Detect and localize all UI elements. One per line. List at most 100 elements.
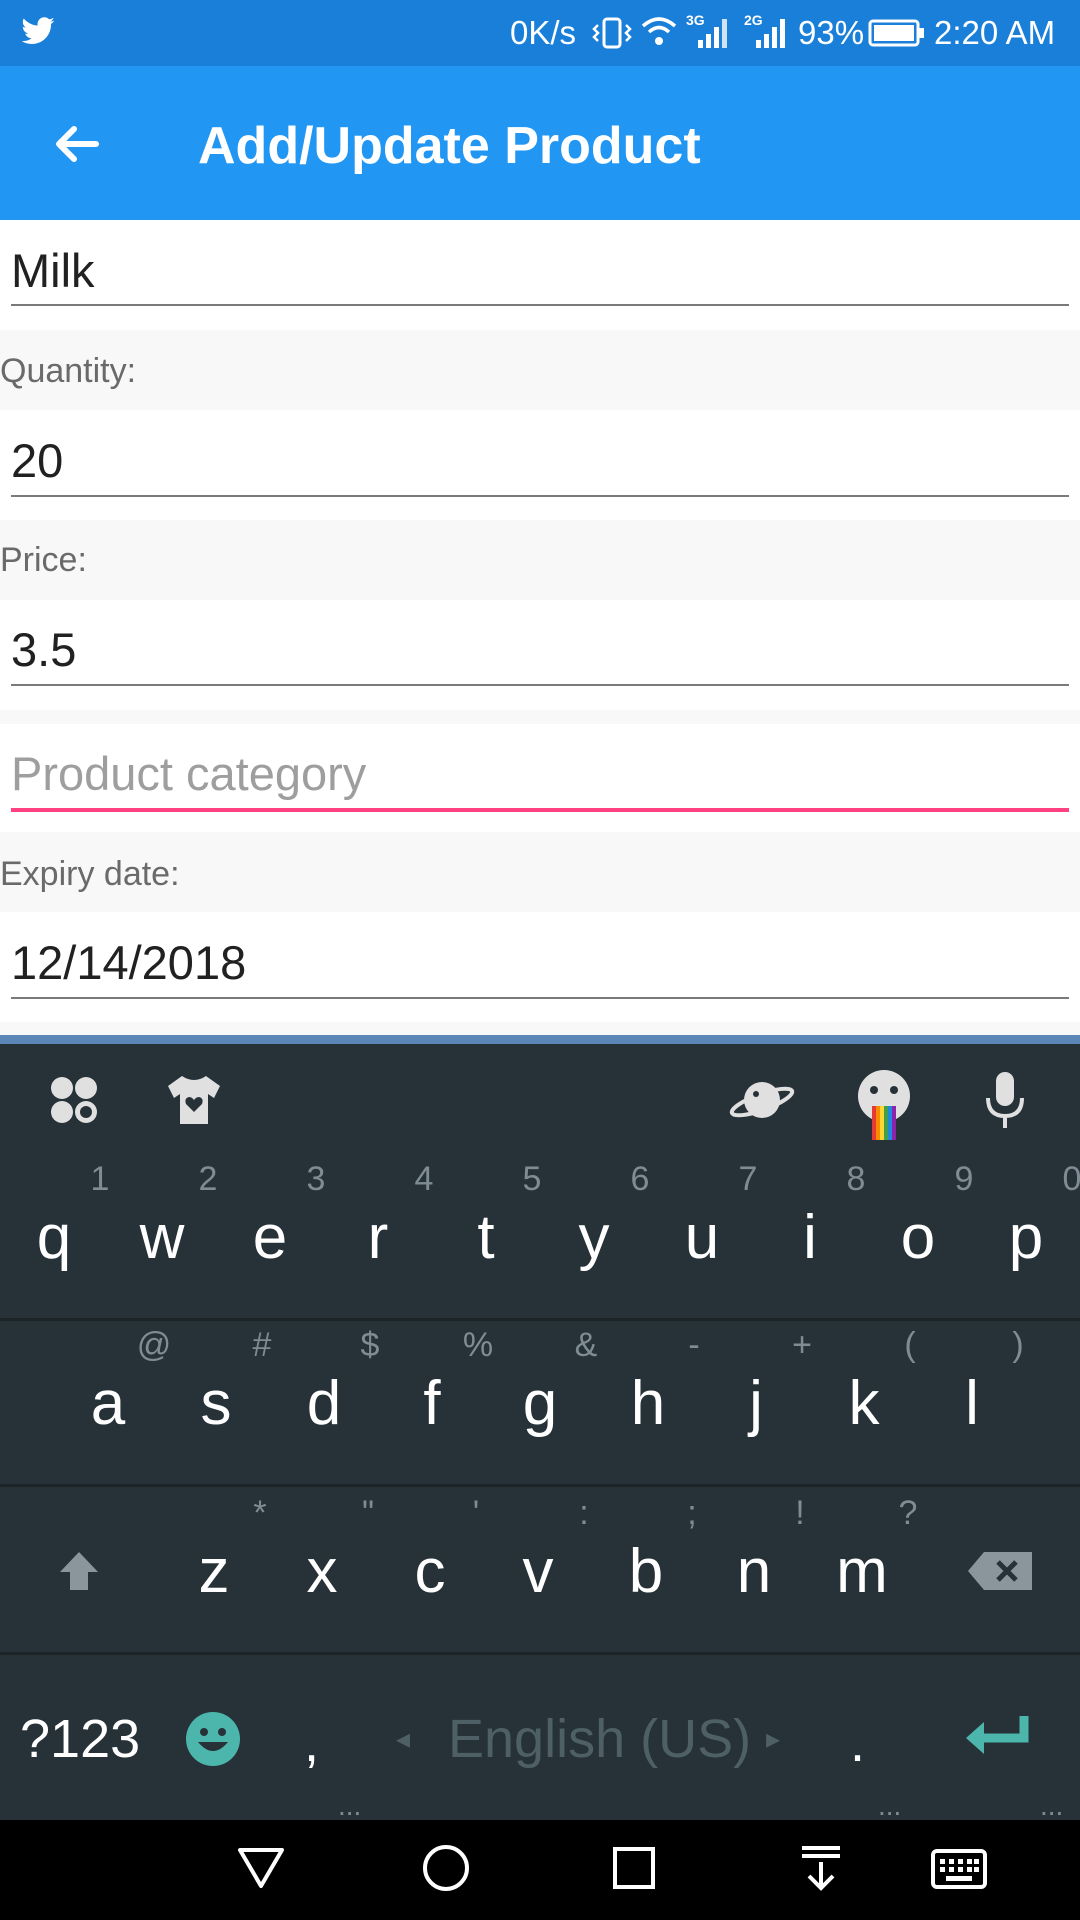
page-title: Add/Update Product (198, 117, 701, 175)
key-hint: * (253, 1494, 267, 1532)
signal-icon-2 (756, 19, 785, 48)
signal-icon-1 (698, 19, 727, 48)
enter-icon[interactable] (962, 1712, 1032, 1762)
recents-square-icon[interactable] (610, 1844, 658, 1892)
price-underline (11, 684, 1069, 686)
apps-icon[interactable] (46, 1072, 102, 1128)
key-m[interactable]: m (817, 1536, 907, 1607)
quantity-label-row (0, 330, 1080, 410)
name-underline (11, 304, 1069, 306)
more-dots: ... (878, 1790, 902, 1821)
microphone-icon[interactable] (982, 1070, 1028, 1132)
key-hint: @ (136, 1326, 172, 1364)
key-hint: ) (1012, 1326, 1024, 1364)
key-hint: 0 (1062, 1160, 1080, 1198)
key-r[interactable]: r (333, 1202, 423, 1273)
key-n[interactable]: n (709, 1536, 799, 1607)
keyboard-switch-icon[interactable] (930, 1848, 988, 1890)
key-hint: ? (898, 1494, 918, 1532)
space-bar[interactable]: English (US) (448, 1708, 751, 1770)
price-label-row (0, 520, 1080, 600)
quantity-field-row (0, 410, 1080, 520)
price-label: Price: (0, 541, 87, 579)
price-field-row (0, 600, 1080, 710)
key-c[interactable]: c (385, 1536, 475, 1607)
key-hint: # (252, 1326, 272, 1364)
battery-percent: 93% (798, 14, 865, 51)
status-bar: 0K/s 3G 2G 93% 2:20 AM (0, 0, 1080, 66)
home-circle-icon[interactable] (420, 1842, 472, 1894)
space-right-arrow: ▸ (766, 1723, 781, 1754)
more-dots: ... (338, 1790, 362, 1821)
key-b[interactable]: b (601, 1536, 691, 1607)
key-x[interactable]: x (277, 1536, 367, 1607)
key-u[interactable]: u (657, 1202, 747, 1273)
twitter-icon (21, 17, 55, 44)
category-underline-focused (11, 808, 1069, 812)
app-bar: Add/Update Product (0, 66, 1080, 220)
key-k[interactable]: k (819, 1368, 909, 1439)
keyboard-top-border (0, 1035, 1080, 1044)
quantity-label: Quantity: (0, 352, 137, 390)
back-triangle-icon[interactable] (236, 1844, 286, 1890)
key-z[interactable]: z (169, 1536, 259, 1607)
key-o[interactable]: o (873, 1202, 963, 1273)
emoji-icon[interactable] (182, 1708, 244, 1770)
key-hint: 4 (414, 1160, 434, 1198)
notification-pulldown-icon[interactable] (796, 1842, 846, 1894)
expiry-date-input[interactable]: 12/14/2018 (11, 935, 246, 990)
key-f[interactable]: f (387, 1368, 477, 1439)
key-d[interactable]: d (279, 1368, 369, 1439)
key-v[interactable]: v (493, 1536, 583, 1607)
key-h[interactable]: h (603, 1368, 693, 1439)
product-category-input[interactable]: Product category (11, 746, 366, 801)
key-hint: & (574, 1326, 598, 1364)
key-hint: 5 (522, 1160, 542, 1198)
key-hint: $ (360, 1326, 380, 1364)
key-hint: 3 (306, 1160, 326, 1198)
key-p[interactable]: p (981, 1202, 1071, 1273)
key-hint: 8 (846, 1160, 866, 1198)
spacer-bottom (0, 1022, 1080, 1035)
backspace-icon[interactable] (966, 1550, 1034, 1592)
key-hint: - (688, 1326, 700, 1364)
key-s[interactable]: s (171, 1368, 261, 1439)
key-a[interactable]: a (63, 1368, 153, 1439)
vibrate-icon (592, 17, 632, 49)
key-w[interactable]: w (117, 1202, 207, 1273)
key-hint: 1 (90, 1160, 110, 1198)
keyboard-row-divider (0, 1484, 1080, 1487)
shift-icon[interactable] (56, 1548, 102, 1594)
battery-icon (868, 19, 924, 47)
quantity-input[interactable]: 20 (11, 433, 63, 488)
key-y[interactable]: y (549, 1202, 639, 1273)
quantity-underline (11, 495, 1069, 497)
key-i[interactable]: i (765, 1202, 855, 1273)
key-hint: ! (795, 1494, 805, 1532)
key-hint: : (579, 1494, 589, 1532)
back-arrow-icon[interactable] (48, 116, 104, 172)
expiry-date-label: Expiry date: (0, 855, 180, 893)
network-speed: 0K/s (510, 14, 577, 51)
key-g[interactable]: g (495, 1368, 585, 1439)
key-j[interactable]: j (711, 1368, 801, 1439)
key-hint: 6 (630, 1160, 650, 1198)
theme-shirt-icon[interactable] (164, 1072, 224, 1128)
period-key[interactable]: . (850, 1712, 865, 1774)
expiry-underline (11, 997, 1069, 999)
keyboard-row-divider (0, 1652, 1080, 1655)
comma-key[interactable]: , (304, 1712, 319, 1774)
key-t[interactable]: t (441, 1202, 531, 1273)
key-l[interactable]: l (927, 1368, 1017, 1439)
planet-icon[interactable] (728, 1072, 796, 1128)
sticker-rainbow-icon[interactable] (852, 1068, 916, 1142)
key-hint: 7 (738, 1160, 758, 1198)
key-q[interactable]: q (9, 1202, 99, 1273)
price-input[interactable]: 3.5 (11, 622, 76, 677)
product-name-input[interactable]: Milk (11, 243, 95, 298)
keyboard-row-divider (0, 1318, 1080, 1321)
key-hint: ; (687, 1494, 697, 1532)
symbols-key[interactable]: ?123 (20, 1708, 140, 1770)
key-e[interactable]: e (225, 1202, 315, 1273)
navigation-bar (0, 1820, 1080, 1920)
